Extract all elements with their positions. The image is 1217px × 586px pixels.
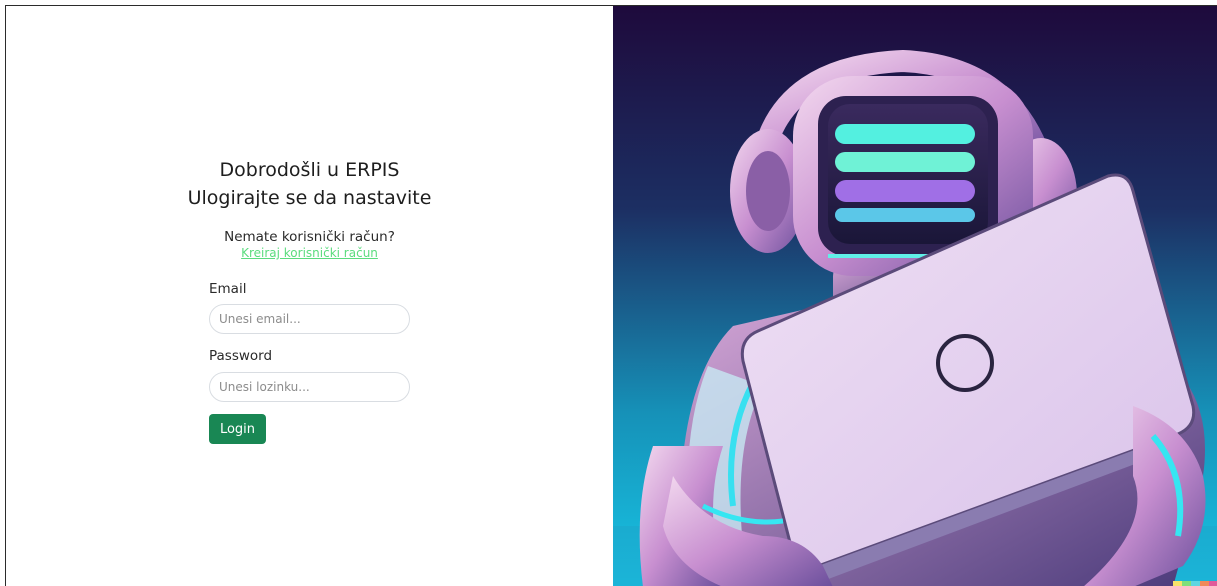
email-field[interactable] — [209, 304, 410, 334]
login-panel: Dobrodošli u ERPIS Ulogirajte se da nast… — [6, 6, 613, 586]
email-label: Email — [209, 281, 247, 297]
page-frame: Dobrodošli u ERPIS Ulogirajte se da nast… — [5, 5, 1217, 586]
welcome-heading: Dobrodošli u ERPIS — [219, 159, 400, 181]
no-account-text: Nemate korisnički račun? — [224, 229, 395, 245]
password-label: Password — [209, 348, 273, 364]
robot-with-laptop-illustration — [613, 6, 1217, 586]
visor-stripe — [835, 124, 975, 144]
create-account-link[interactable]: Kreiraj korisnički račun — [6, 246, 613, 260]
illustration-panel — [613, 6, 1217, 586]
login-button[interactable]: Login — [209, 414, 266, 444]
password-field[interactable] — [209, 372, 410, 402]
login-subheading: Ulogirajte se da nastavite — [187, 187, 432, 209]
